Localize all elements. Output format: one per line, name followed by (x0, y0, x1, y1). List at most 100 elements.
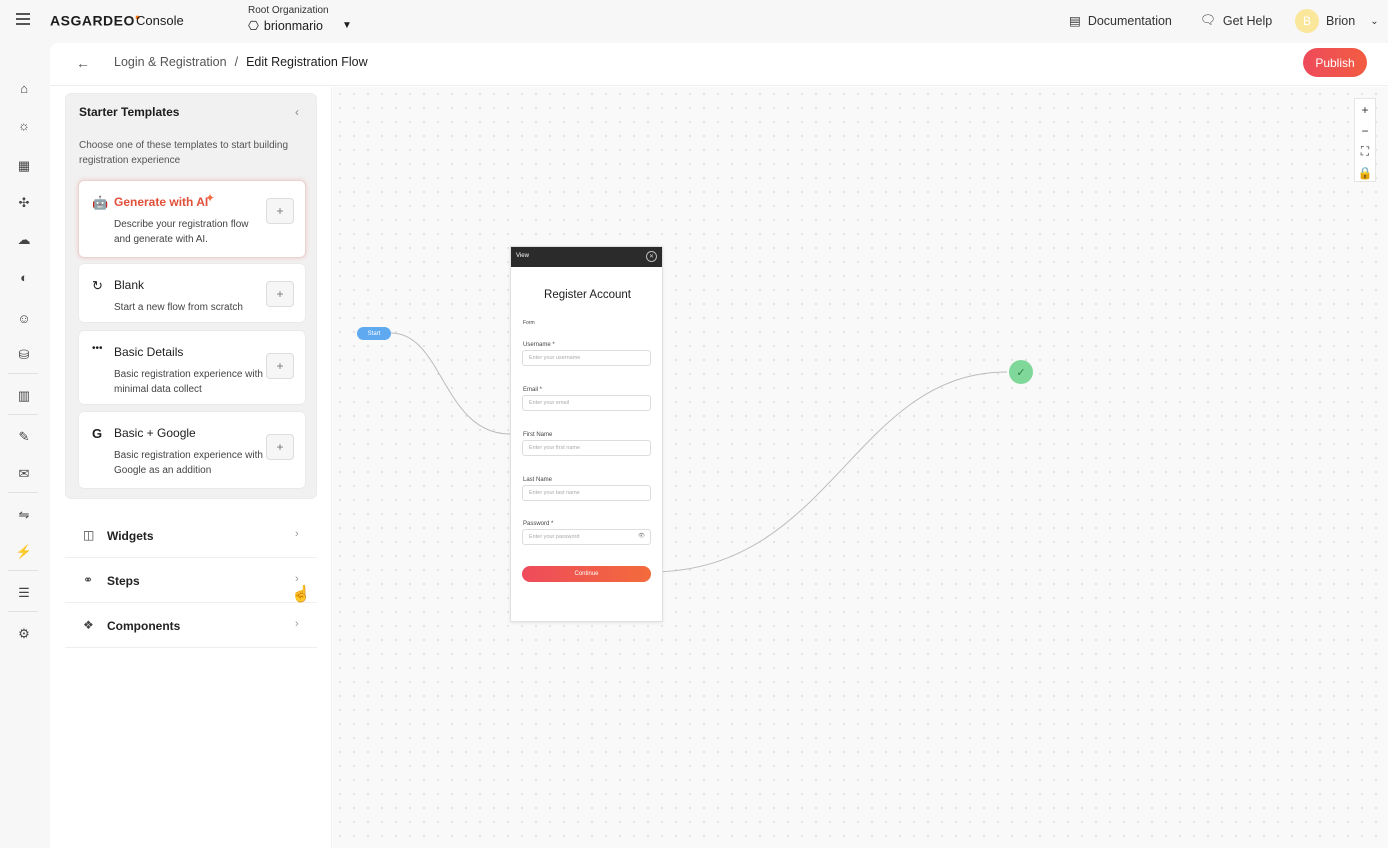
add-template-button[interactable]: + (266, 353, 294, 379)
documentation-link[interactable]: ▤ Documentation (1069, 13, 1172, 29)
actions-icon[interactable]: ⚡ (16, 544, 32, 560)
database-icon[interactable]: ⛁ (16, 347, 32, 363)
add-template-button[interactable]: + (266, 434, 294, 460)
field-label: First Name (523, 432, 553, 438)
zoom-in-icon[interactable]: + (1355, 99, 1375, 120)
steps-icon: ⚭ (83, 573, 94, 587)
start-node[interactable]: Start (357, 327, 391, 340)
end-node-check-icon[interactable]: ✓ (1009, 360, 1033, 384)
starter-templates: Starter Templates ‹ Choose one of these … (65, 93, 317, 499)
top-bar: ASGARDEO● Console Root Organization ⎔ br… (0, 0, 1388, 42)
settings-icon[interactable]: ⚙ (16, 626, 32, 642)
template-title: Blank (114, 278, 145, 292)
org-selector[interactable]: ⎔ brionmario ▼ (248, 18, 352, 34)
user-name: Brion (1326, 14, 1356, 28)
password-placeholder: Enter your password (529, 534, 580, 540)
section-label: Components (107, 619, 181, 633)
register-title: Register Account (544, 289, 631, 301)
cloud-icon[interactable]: ☁ (16, 232, 32, 248)
fit-view-icon[interactable]: ⛶ (1355, 141, 1375, 162)
pointer-cursor-icon: ☝ (291, 586, 311, 603)
username-field[interactable]: Enter your username (522, 350, 651, 366)
dots-icon: ••• (92, 343, 103, 354)
field-label: Last Name (523, 477, 553, 483)
widgets-icon: ◫ (83, 528, 95, 542)
section-label: Steps (107, 574, 140, 588)
eye-icon[interactable]: 👁 (638, 533, 645, 539)
org-name: brionmario (263, 18, 323, 33)
template-card-ai[interactable]: 🤖 Generate with AI ✦ Describe your regis… (78, 180, 306, 258)
add-template-button[interactable]: + (266, 198, 294, 224)
documentation-label: Documentation (1087, 13, 1172, 28)
connections-icon[interactable]: ✣ (16, 195, 32, 211)
breadcrumb-current: Edit Registration Flow (246, 55, 368, 69)
bulb-icon[interactable]: ☼ (16, 117, 32, 133)
chevron-left-icon[interactable]: ‹ (295, 105, 299, 119)
left-nav: ⌂ ☼ ▦ ✣ ☁ ◐ ☺ ⛁ ▥ ✎ ✉ ⇋ ⚡ ☰ ⚙ (0, 42, 46, 848)
console-label: Console (136, 13, 184, 28)
workflow-icon[interactable]: ⇋ (16, 507, 32, 523)
chevron-down-icon: ⌄ (1370, 15, 1379, 27)
brand-logo[interactable]: ASGARDEO● (50, 12, 141, 29)
field-label: Password * (523, 521, 554, 527)
back-arrow-icon[interactable]: ← (76, 55, 90, 71)
template-title: Basic Details (114, 345, 184, 359)
branding-icon[interactable]: ◐ (16, 269, 32, 285)
zoom-out-icon[interactable]: − (1355, 120, 1375, 141)
chevron-down-icon: ▼ (341, 20, 352, 31)
chat-icon: 🗨 (1200, 13, 1216, 27)
close-icon[interactable]: ✕ (646, 251, 657, 262)
logs-icon[interactable]: ☰ (16, 585, 32, 601)
publish-button[interactable]: Publish (1303, 48, 1367, 77)
add-template-button[interactable]: + (266, 281, 294, 307)
first-name-field[interactable]: Enter your first name (522, 440, 651, 456)
field-label: Email * (523, 387, 543, 393)
password-field[interactable]: Enter your password 👁 (522, 529, 651, 545)
section-components[interactable]: ❖ Components › (65, 604, 317, 648)
ai-robot-icon: 🤖 (92, 195, 109, 210)
template-card-basic-details[interactable]: ••• Basic Details Basic registration exp… (78, 330, 306, 405)
template-subtitle: Basic registration experience with Googl… (114, 450, 263, 476)
template-title: Basic + Google (114, 426, 196, 440)
chevron-right-icon: › (295, 528, 299, 540)
section-widgets[interactable]: ◫ Widgets › (65, 514, 317, 558)
zoom-controls: + − ⛶ 🔒 (1354, 98, 1376, 182)
lock-icon[interactable]: 🔒 (1355, 162, 1375, 183)
breadcrumb-separator: / (234, 55, 239, 69)
organizations-icon[interactable]: ▥ (16, 388, 32, 404)
user-management-icon[interactable]: ☺ (16, 310, 32, 326)
applications-icon[interactable]: ▦ (16, 158, 32, 174)
template-card-basic-google[interactable]: G Basic + Google Basic registration expe… (78, 411, 306, 489)
components-icon: ❖ (83, 618, 94, 632)
starter-templates-description: Choose one of these templates to start b… (79, 140, 289, 166)
view-node[interactable]: View ✕ Register Account Form Username * … (510, 246, 663, 622)
get-help-link[interactable]: 🗨 Get Help (1200, 13, 1272, 28)
view-header: View ✕ (511, 247, 662, 267)
email-field[interactable]: Enter your email (522, 395, 651, 411)
section-steps[interactable]: ⚭ Steps › (65, 559, 317, 603)
get-help-label: Get Help (1222, 13, 1273, 28)
document-icon: ▤ (1069, 14, 1081, 28)
refresh-icon: ↻ (92, 278, 103, 293)
menu-icon[interactable] (16, 13, 30, 25)
user-menu[interactable]: B Brion ⌄ (1295, 9, 1379, 33)
google-icon: G (92, 426, 103, 441)
login-flow-icon[interactable]: ✎ (16, 429, 32, 445)
page-header: ← Login & Registration / Edit Registrati… (50, 43, 1388, 86)
breadcrumb-login-registration[interactable]: Login & Registration (114, 55, 227, 69)
breadcrumb: Login & Registration / Edit Registration… (114, 55, 368, 69)
email-settings-icon[interactable]: ✉ (16, 466, 32, 482)
main-content: ← Login & Registration / Edit Registrati… (50, 43, 1388, 848)
last-name-field[interactable]: Enter your last name (522, 485, 651, 501)
sparkle-icon: ✦ (205, 191, 216, 205)
org-label: Root Organization (248, 5, 329, 16)
home-icon[interactable]: ⌂ (16, 80, 32, 96)
template-card-blank[interactable]: ↻ Blank Start a new flow from scratch + (78, 263, 306, 323)
template-title: Generate with AI (114, 195, 209, 209)
flow-canvas[interactable]: + − ⛶ 🔒 Start View ✕ Register Account Fo… (333, 87, 1388, 848)
side-panel: Starter Templates ‹ Choose one of these … (50, 87, 332, 848)
starter-templates-title: Starter Templates (79, 105, 180, 119)
section-label: Widgets (107, 529, 154, 543)
continue-button[interactable]: Continue (522, 566, 651, 582)
avatar: B (1295, 9, 1319, 33)
